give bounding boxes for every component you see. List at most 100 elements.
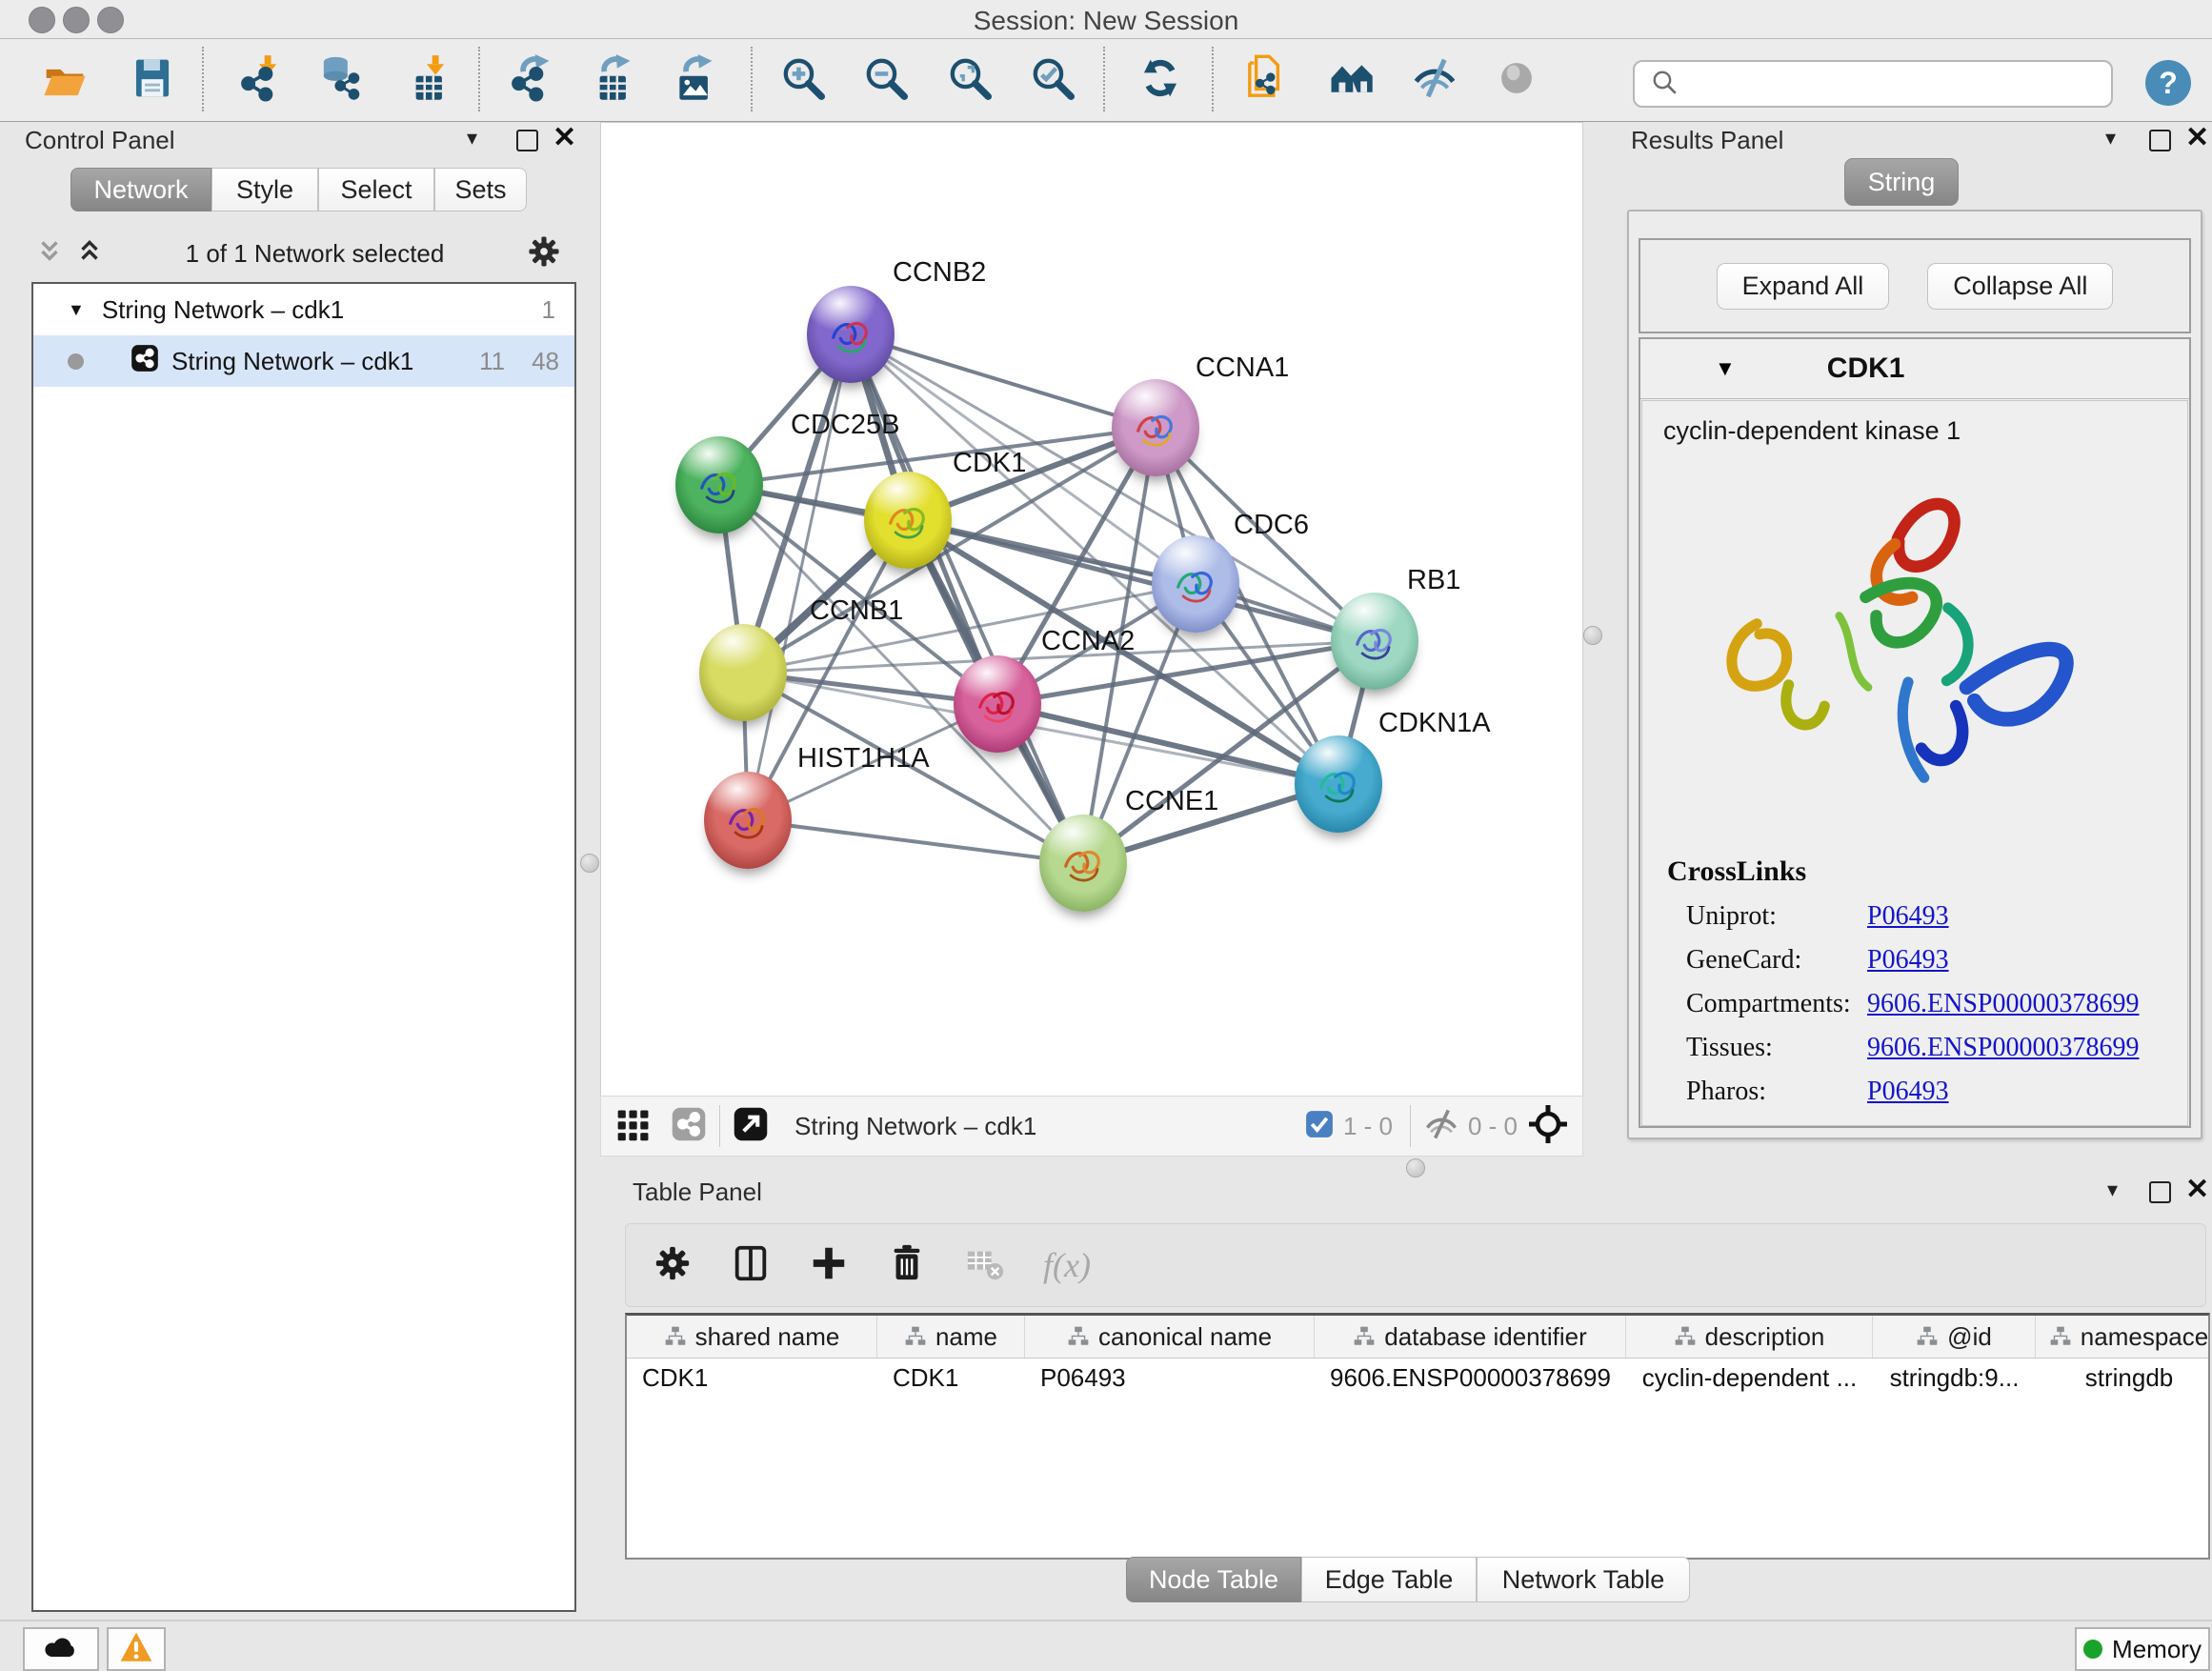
app-window: Session: New Session ? Control Panel ▾ ✕… [0, 0, 2212, 1671]
crosslink-link[interactable]: 9606.ENSP00000378699 [1867, 989, 2139, 1019]
export-table-button[interactable] [583, 49, 638, 108]
close-icon[interactable]: ✕ [2185, 128, 2209, 149]
splitter-handle[interactable] [580, 854, 599, 873]
import-table-button[interactable] [399, 49, 454, 108]
table-cell[interactable]: CDK1 [627, 1363, 877, 1393]
expand-all-icon[interactable] [75, 237, 104, 271]
open-session-button[interactable] [37, 49, 92, 108]
zoom-selected-icon [1029, 54, 1076, 102]
crosslinks-list: Uniprot: P06493GeneCard: P06493Compartme… [1642, 901, 2187, 1107]
crosslink-link[interactable]: P06493 [1867, 945, 1949, 976]
close-icon[interactable]: ✕ [2185, 1179, 2209, 1200]
show-hide-button[interactable] [1407, 49, 1462, 108]
search-input[interactable] [1688, 64, 2111, 104]
eye-slash-icon[interactable] [1422, 1105, 1460, 1148]
zoom-selected-button[interactable] [1025, 49, 1080, 108]
crosslink-row: Uniprot: P06493 [1686, 901, 2187, 932]
network-collection-row[interactable]: ▼ String Network – cdk1 1 [33, 284, 574, 335]
export-network-button[interactable] [502, 49, 557, 108]
panel-menu-icon[interactable]: ▾ [2105, 126, 2116, 151]
network-node-ccna1[interactable] [1112, 379, 1199, 476]
network-node-cdk1[interactable] [864, 472, 952, 569]
search-box[interactable] [1633, 60, 2113, 108]
network-node-cdkn1a[interactable] [1295, 735, 1382, 833]
panel-menu-icon[interactable]: ▾ [2107, 1178, 2118, 1202]
checkbox-checked-icon[interactable] [1303, 1108, 1336, 1145]
export-image-button[interactable] [665, 49, 720, 108]
gear-icon[interactable] [653, 1243, 693, 1288]
collapse-all-button[interactable]: Collapse All [1927, 263, 2113, 310]
trash-icon[interactable] [887, 1243, 927, 1288]
column-header-database-identifier[interactable]: database identifier [1315, 1316, 1626, 1358]
refresh-button[interactable] [1133, 49, 1188, 108]
table-cell[interactable]: 9606.ENSP00000378699 [1315, 1363, 1626, 1393]
eye-disabled-button[interactable] [1489, 49, 1544, 108]
zoom-out-button[interactable] [858, 49, 914, 108]
zoom-in-button[interactable] [775, 49, 831, 108]
tab-select[interactable]: Select [318, 168, 434, 211]
crosslink-link[interactable]: P06493 [1867, 1077, 1949, 1107]
columns-icon[interactable] [731, 1243, 771, 1288]
network-node-cdc6[interactable] [1152, 535, 1239, 633]
network-node-cdc25b[interactable] [675, 436, 763, 534]
share-network-icon[interactable] [670, 1105, 708, 1148]
splitter-handle[interactable] [1583, 626, 1602, 645]
network-canvas[interactable]: CCNB2CCNA1CDC25BCDK1CDC6RB1CCNB1CCNA2CDK… [600, 122, 1583, 1097]
crosshair-icon[interactable] [1527, 1103, 1569, 1150]
external-link-icon[interactable] [732, 1105, 770, 1148]
tab-edge-table[interactable]: Edge Table [1301, 1557, 1477, 1602]
gear-icon[interactable] [526, 233, 562, 274]
float-icon[interactable] [2149, 1181, 2171, 1203]
tab-sets[interactable]: Sets [434, 168, 527, 211]
help-button[interactable]: ? [2145, 60, 2191, 106]
table-cell[interactable]: stringdb:9... [1873, 1363, 2036, 1393]
table-cell[interactable]: CDK1 [877, 1363, 1025, 1393]
column-header-shared-name[interactable]: shared name [627, 1316, 877, 1358]
new-network-from-selection-button[interactable] [1239, 49, 1295, 108]
tab-node-table[interactable]: Node Table [1126, 1557, 1301, 1602]
splitter-handle[interactable] [1406, 1158, 1425, 1178]
save-session-button[interactable] [125, 49, 180, 108]
network-node-rb1[interactable] [1331, 593, 1418, 690]
disclosure-triangle-icon[interactable]: ▼ [1715, 356, 1736, 381]
panel-menu-icon[interactable]: ▾ [467, 126, 477, 151]
table-cell[interactable]: P06493 [1025, 1363, 1315, 1393]
table-cell[interactable]: cyclin-dependent ... [1626, 1363, 1873, 1393]
column-header-name[interactable]: name [877, 1316, 1025, 1358]
column-header-canonical-name[interactable]: canonical name [1025, 1316, 1315, 1358]
tab-network[interactable]: Network [70, 168, 211, 211]
close-icon[interactable]: ✕ [553, 128, 576, 149]
cloud-button[interactable] [23, 1627, 99, 1671]
warning-button[interactable] [107, 1627, 166, 1671]
toolbar-separator [1410, 1105, 1411, 1147]
network-node-hist1h1a[interactable] [704, 772, 792, 869]
home-button[interactable] [1323, 49, 1378, 108]
section-header[interactable]: ▼ CDK1 [1640, 339, 2189, 399]
import-database-button[interactable] [313, 49, 369, 108]
collapse-all-icon[interactable] [35, 237, 64, 271]
import-network-button[interactable] [231, 49, 287, 108]
tab-network-table[interactable]: Network Table [1477, 1557, 1690, 1602]
column-header-description[interactable]: description [1626, 1316, 1873, 1358]
table-row[interactable]: CDK1CDK1P064939606.ENSP00000378699cyclin… [627, 1359, 2208, 1397]
column-header--id[interactable]: @id [1873, 1316, 2036, 1358]
table-cell[interactable]: stringdb [2036, 1363, 2210, 1393]
network-node-ccna2[interactable] [954, 655, 1041, 753]
network-node-ccnb1[interactable] [699, 624, 787, 721]
float-icon[interactable] [2149, 130, 2171, 151]
disclosure-triangle-icon[interactable]: ▼ [68, 300, 85, 320]
crosslink-link[interactable]: P06493 [1867, 901, 1949, 932]
tab-style[interactable]: Style [211, 168, 318, 211]
network-row[interactable]: String Network – cdk1 11 48 [33, 335, 574, 387]
column-header-namespace[interactable]: namespace [2036, 1316, 2210, 1358]
plus-icon[interactable] [809, 1243, 849, 1288]
crosslink-link[interactable]: 9606.ENSP00000378699 [1867, 1033, 2139, 1063]
network-node-ccnb2[interactable] [807, 286, 895, 383]
expand-all-button[interactable]: Expand All [1717, 263, 1890, 310]
memory-button[interactable]: Memory [2075, 1627, 2210, 1671]
zoom-fit-button[interactable] [942, 49, 997, 108]
network-node-ccne1[interactable] [1039, 815, 1127, 912]
tab-string[interactable]: String [1844, 158, 1959, 206]
grid-icon[interactable] [614, 1105, 653, 1148]
float-icon[interactable] [516, 130, 538, 151]
